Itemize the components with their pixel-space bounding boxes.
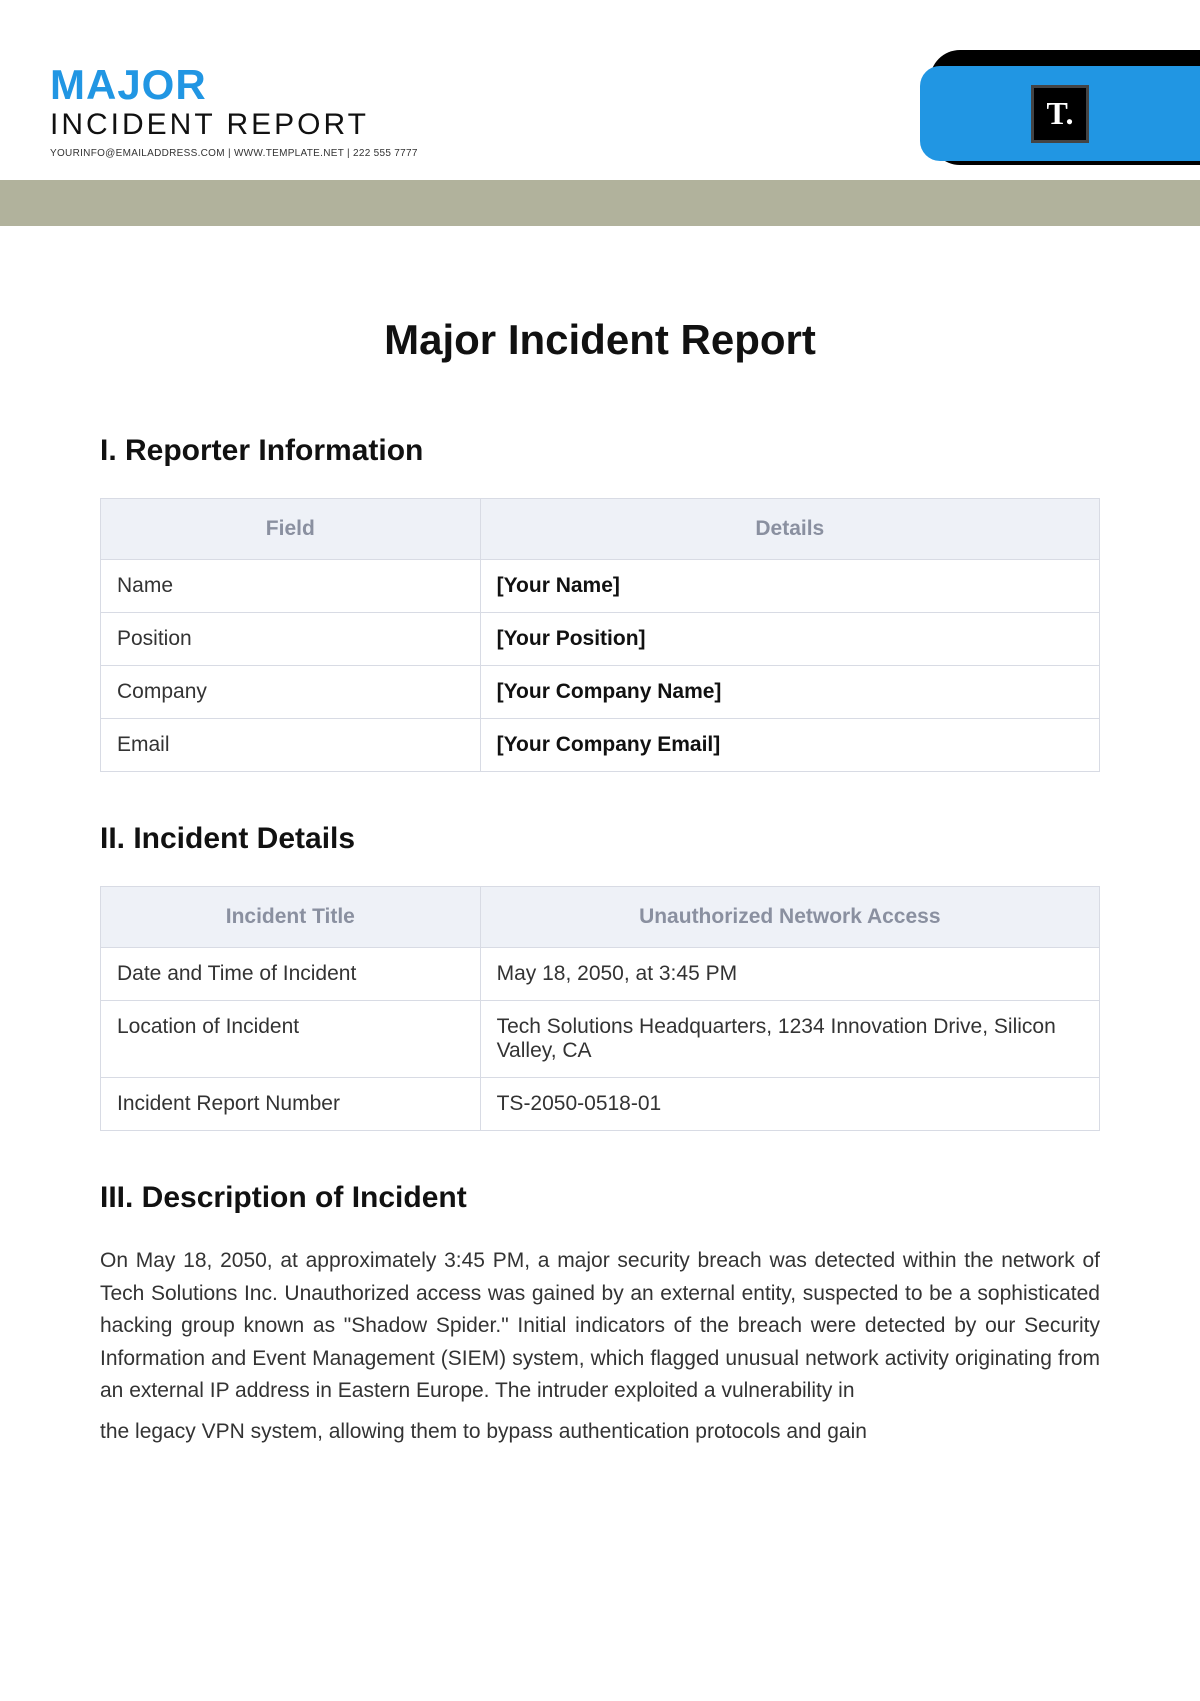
cell-detail: [Your Company Email] [480,719,1099,772]
table-row: Incident Report Number TS-2050-0518-01 [101,1078,1100,1131]
cell-detail: [Your Company Name] [480,666,1099,719]
cell-detail: Tech Solutions Headquarters, 1234 Innova… [480,1001,1099,1078]
table-row: Date and Time of Incident May 18, 2050, … [101,948,1100,1001]
table-row: Name [Your Name] [101,560,1100,613]
reporter-info-table: Field Details Name [Your Name] Position … [100,498,1100,772]
cell-detail: May 18, 2050, at 3:45 PM [480,948,1099,1001]
table-row: Company [Your Company Name] [101,666,1100,719]
description-cutoff: the legacy VPN system, allowing them to … [100,1408,1100,1448]
header-title-block: MAJOR INCIDENT REPORT YOURINFO@EMAILADDR… [50,44,418,159]
cell-detail: [Your Position] [480,613,1099,666]
table-row: Position [Your Position] [101,613,1100,666]
section-3-heading: III. Description of Incident [100,1181,1100,1215]
cell-field: Location of Incident [101,1001,481,1078]
description-paragraph-1: On May 18, 2050, at approximately 3:45 P… [100,1245,1100,1408]
table-header-title: Incident Title [101,887,481,948]
section-1-heading: I. Reporter Information [100,434,1100,468]
cell-field: Name [101,560,481,613]
table-row: Location of Incident Tech Solutions Head… [101,1001,1100,1078]
document-title: Major Incident Report [100,316,1100,364]
header-title-incident: INCIDENT REPORT [50,108,418,142]
header-bar: MAJOR INCIDENT REPORT YOURINFO@EMAILADDR… [0,0,1200,180]
cell-detail: [Your Name] [480,560,1099,613]
header-contact-line: YOURINFO@EMAILADDRESS.COM | WWW.TEMPLATE… [50,148,418,159]
description-paragraph-2: the legacy VPN system, allowing them to … [100,1416,1100,1448]
badge-wrap: T. [920,50,1200,165]
cell-field: Date and Time of Incident [101,948,481,1001]
header-title-major: MAJOR [50,64,418,106]
table-header-details: Details [480,499,1099,560]
divider-bar [0,180,1200,226]
incident-details-table: Incident Title Unauthorized Network Acce… [100,886,1100,1131]
cell-field: Incident Report Number [101,1078,481,1131]
table-header-value: Unauthorized Network Access [480,887,1099,948]
cell-field: Position [101,613,481,666]
cell-field: Email [101,719,481,772]
section-2-heading: II. Incident Details [100,822,1100,856]
cell-detail: TS-2050-0518-01 [480,1078,1099,1131]
cell-field: Company [101,666,481,719]
badge-logo-icon: T. [1031,85,1089,143]
table-row: Email [Your Company Email] [101,719,1100,772]
document-content: Major Incident Report I. Reporter Inform… [0,226,1200,1448]
badge-logo-text: T. [1047,95,1074,132]
table-header-field: Field [101,499,481,560]
badge-blue-layer: T. [920,66,1200,161]
